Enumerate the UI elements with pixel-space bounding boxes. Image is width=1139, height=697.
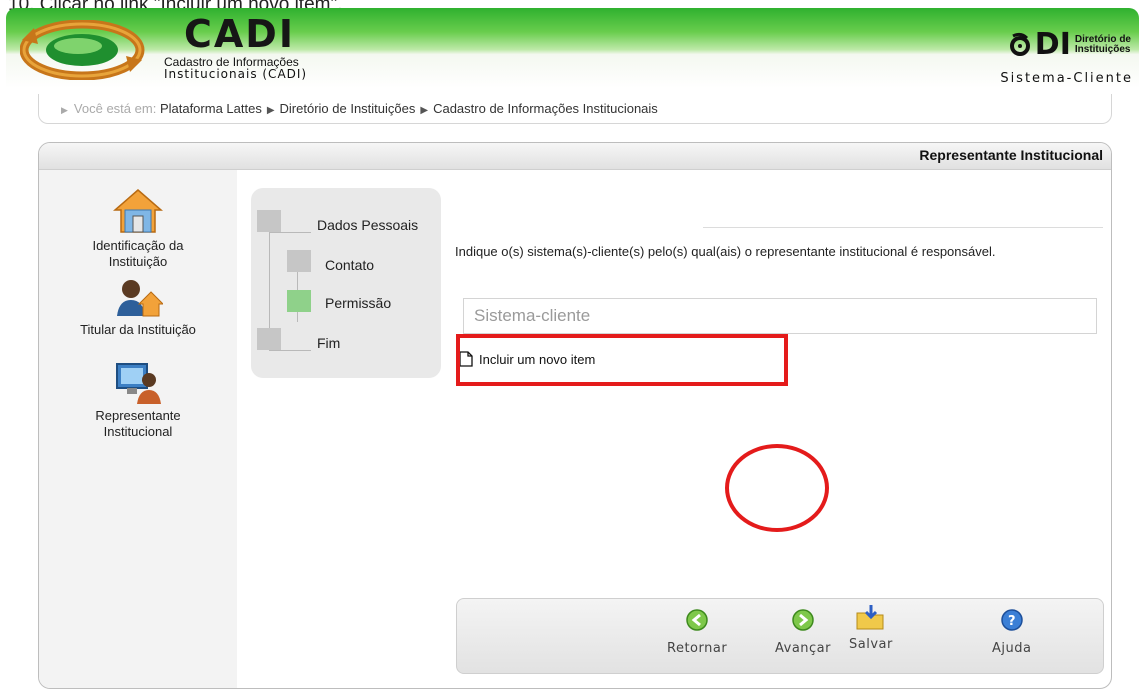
computer-person-icon xyxy=(116,363,161,404)
step-marker-contato xyxy=(287,250,311,272)
di-logo-text-line2: Instituições xyxy=(1074,44,1131,55)
sidebar-item-titular[interactable]: Titular da Instituição xyxy=(39,278,237,338)
breadcrumb-separator-icon: ▶ xyxy=(420,105,429,116)
arrow-left-icon xyxy=(686,609,708,631)
step-connector xyxy=(269,350,311,351)
step-label-contato: Contato xyxy=(325,257,375,273)
highlight-box xyxy=(456,334,788,386)
sidebar-item-label: Representante xyxy=(95,408,181,423)
back-button[interactable]: Retornar xyxy=(667,609,727,656)
panel-title: Representante Institucional xyxy=(919,147,1103,163)
house-icon xyxy=(113,189,163,233)
breadcrumb-item-cadastro: Cadastro de Informações Institucionais xyxy=(433,101,658,116)
step-label-dados-pessoais: Dados Pessoais xyxy=(317,217,419,233)
help-button-label: Ajuda xyxy=(992,641,1032,656)
instruction-text: Indique o(s) sistema(s)-cliente(s) pelo(… xyxy=(455,244,996,259)
step-marker-fim xyxy=(257,328,281,350)
step-label-permissao: Permissão xyxy=(325,295,392,311)
step-marker-permissao xyxy=(287,290,311,312)
di-logo: DI Diretório de Instituições xyxy=(1009,30,1131,60)
di-swirl-icon xyxy=(1009,32,1030,56)
arrow-right-icon xyxy=(792,609,814,631)
folder-save-icon xyxy=(856,605,884,630)
person-house-icon xyxy=(117,280,163,317)
sidebar: Identificação da Instituição Titular da … xyxy=(39,170,237,688)
svg-text:?: ? xyxy=(1008,614,1016,629)
help-icon: ? xyxy=(1000,609,1023,631)
app-header: CADI Cadastro de Informações Institucion… xyxy=(6,8,1139,88)
di-logo-text: Diretório de Instituições xyxy=(1075,35,1131,55)
cadi-logo-icon xyxy=(20,20,145,80)
breadcrumb-prefix: Você está em: xyxy=(73,101,157,116)
back-button-label: Retornar xyxy=(667,641,728,656)
breadcrumb-arrow-icon: ▶ xyxy=(61,105,68,115)
wizard-steps: Dados Pessoais Contato Permissão Fim xyxy=(251,188,441,378)
step-label-fim: Fim xyxy=(317,335,341,351)
highlight-circle xyxy=(725,444,829,532)
section-divider xyxy=(703,227,1103,228)
breadcrumb-item-diretorio[interactable]: Diretório de Instituições xyxy=(280,101,416,116)
cadi-logo-title: CADI xyxy=(184,12,295,56)
next-button[interactable]: Avançar xyxy=(775,609,831,656)
sidebar-item-label: Identificação da xyxy=(92,238,184,253)
button-bar: Retornar Avançar Salvar ? Ajuda xyxy=(456,598,1104,674)
sistema-cliente-field[interactable]: Sistema-cliente xyxy=(463,298,1097,334)
step-marker-dados xyxy=(257,210,281,232)
sidebar-item-representante[interactable]: Representante Institucional xyxy=(39,360,237,440)
save-button-label: Salvar xyxy=(849,637,893,652)
system-label: Sistema-Cliente xyxy=(1000,71,1133,86)
sidebar-item-label-2: Instituição xyxy=(108,254,168,269)
save-button[interactable]: Salvar xyxy=(849,603,893,652)
sidebar-item-identificacao[interactable]: Identificação da Instituição xyxy=(39,188,237,270)
di-logo-mark: DI xyxy=(1034,27,1071,62)
breadcrumb-item-lattes[interactable]: Plataforma Lattes xyxy=(160,101,262,116)
step-connector xyxy=(269,232,311,233)
sidebar-item-label-2: Institucional xyxy=(103,424,173,439)
breadcrumb: ▶ Você está em: Plataforma Lattes ▶ Diretór… xyxy=(38,94,1112,124)
cadi-logo-subtitle-2: Institucionais (CADI) xyxy=(164,67,308,81)
breadcrumb-separator-icon: ▶ xyxy=(266,105,275,116)
help-button[interactable]: ? Ajuda xyxy=(992,609,1031,656)
sidebar-item-label: Titular da Instituição xyxy=(80,322,196,337)
main-panel: Representante Institucional Identificaçã… xyxy=(38,142,1112,689)
panel-header: Representante Institucional xyxy=(39,143,1111,170)
next-button-label: Avançar xyxy=(775,641,831,656)
